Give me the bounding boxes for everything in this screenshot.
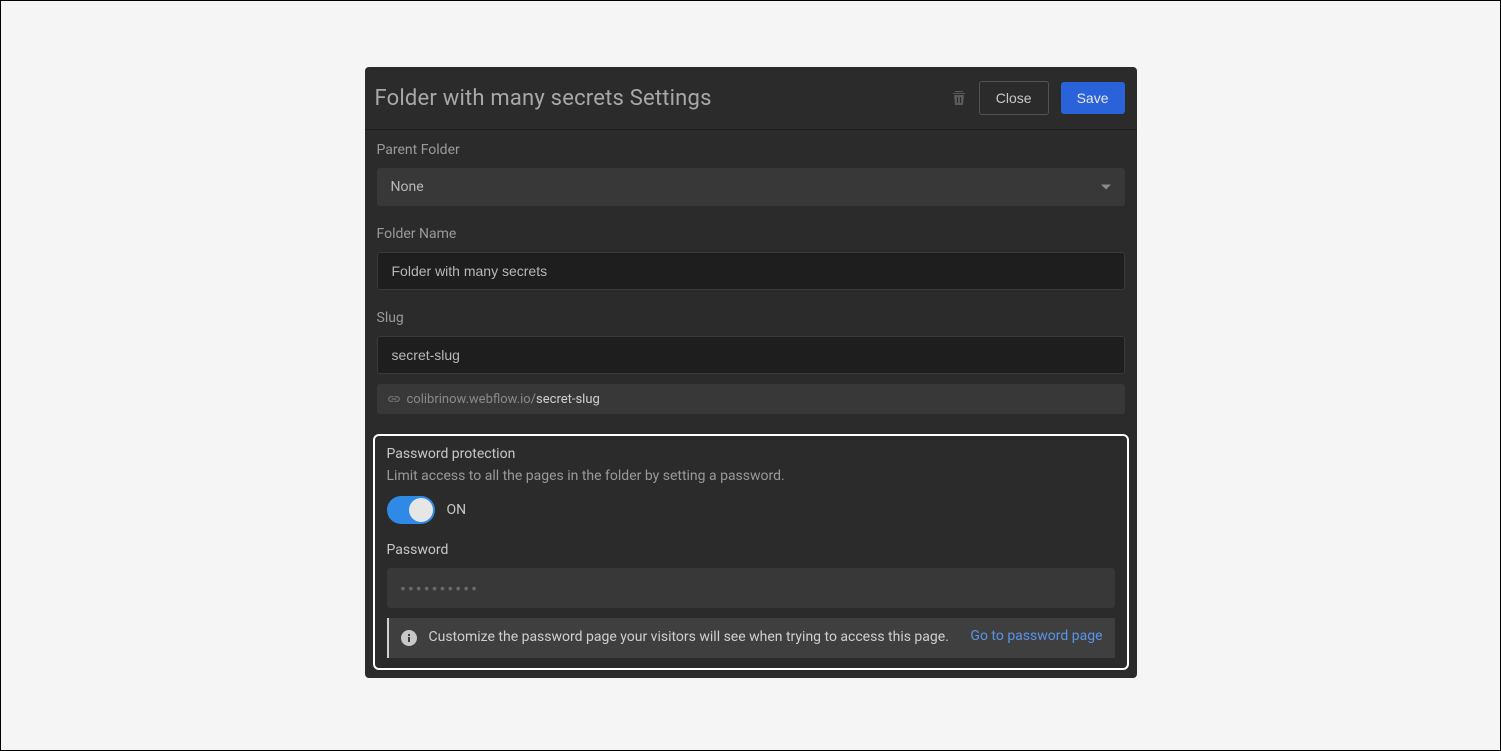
toggle-knob [409,498,433,522]
url-preview: colibrinow.webflow.io/secret-slug [377,384,1125,414]
trash-icon[interactable] [951,90,967,106]
password-protection-description: Limit access to all the pages in the fol… [387,468,1115,484]
folder-name-label: Folder Name [377,226,1125,242]
dialog-header: Folder with many secrets Settings Close … [365,67,1137,130]
folder-name-group: Folder Name [377,226,1125,290]
save-button[interactable]: Save [1061,82,1125,114]
password-field-group: Password [387,542,1115,608]
info-text: Customize the password page your visitor… [429,628,951,648]
password-protection-section: Password protection Limit access to all … [373,434,1129,670]
password-input[interactable] [387,568,1115,608]
password-toggle[interactable] [387,496,435,524]
parent-folder-value: None [391,179,424,195]
link-icon [387,392,401,406]
info-icon [401,630,417,646]
password-toggle-label: ON [447,502,467,518]
parent-folder-select[interactable]: None [377,168,1125,206]
parent-folder-group: Parent Folder None [377,142,1125,206]
dialog-title: Folder with many secrets Settings [375,86,712,111]
password-protection-title: Password protection [387,446,1115,462]
parent-folder-label: Parent Folder [377,142,1125,158]
folder-settings-dialog: Folder with many secrets Settings Close … [365,67,1137,678]
info-banner: Customize the password page your visitor… [387,618,1115,658]
slug-input[interactable] [377,336,1125,374]
slug-group: Slug colibrinow.webflow.io/secret-slug [377,310,1125,414]
url-slug: secret-slug [536,392,600,407]
password-field-label: Password [387,542,1115,558]
info-content: Customize the password page your visitor… [429,628,1103,648]
url-domain: colibrinow.webflow.io/ [407,392,537,407]
caret-down-icon [1101,185,1111,190]
password-toggle-row: ON [387,496,1115,524]
close-button[interactable]: Close [979,81,1049,115]
header-actions: Close Save [951,81,1125,115]
password-page-link[interactable]: Go to password page [970,628,1102,644]
folder-name-input[interactable] [377,252,1125,290]
dialog-body: Parent Folder None Folder Name Slug coli… [365,130,1137,678]
slug-label: Slug [377,310,1125,326]
